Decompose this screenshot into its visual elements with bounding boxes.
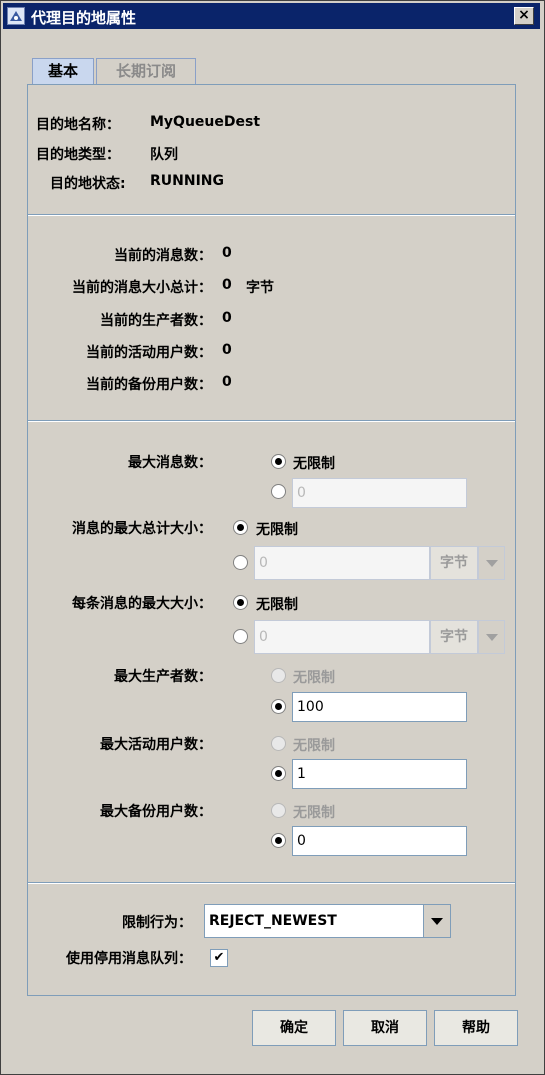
ok-button[interactable]: 确定 <box>252 1010 336 1046</box>
max-active-consumers-value-radio[interactable] <box>271 766 286 781</box>
close-button[interactable]: × <box>514 7 534 25</box>
max-producers-unlimited-label: 无限制 <box>293 670 335 686</box>
max-message-size-unit-dropdown[interactable] <box>478 620 505 654</box>
max-message-size-label: 每条消息的最大大小： <box>72 596 212 612</box>
type-label: 目的地类型： <box>36 147 120 163</box>
max-message-size-value-radio[interactable] <box>233 629 248 644</box>
max-active-consumers-unlimited-radio[interactable] <box>271 736 286 751</box>
backup-consumers-value: 0 <box>222 374 232 390</box>
max-producers-unlimited-radio[interactable] <box>271 668 286 683</box>
name-label: 目的地名称： <box>36 117 120 133</box>
tab-basic[interactable]: 基本 <box>32 58 94 84</box>
msg-count-value: 0 <box>222 245 232 261</box>
msg-size-value: 0 <box>222 277 232 293</box>
separator <box>28 882 515 884</box>
app-icon <box>7 7 25 25</box>
max-message-size-input[interactable]: 0 <box>254 620 430 654</box>
backup-consumers-label: 当前的备份用户数： <box>86 377 212 393</box>
separator <box>28 420 515 422</box>
chevron-down-icon <box>431 918 443 925</box>
max-total-size-unit-dropdown[interactable] <box>478 546 505 580</box>
max-backup-consumers-value-radio[interactable] <box>271 833 286 848</box>
max-total-size-value-radio[interactable] <box>233 555 248 570</box>
chevron-down-icon <box>486 634 498 641</box>
limit-behavior-label: 限制行为： <box>122 915 192 931</box>
max-message-size-unlimited-radio[interactable] <box>233 595 248 610</box>
max-total-size-label: 消息的最大总计大小： <box>72 521 212 537</box>
name-value: MyQueueDest <box>150 114 261 130</box>
help-button[interactable]: 帮助 <box>434 1010 518 1046</box>
tab-panel <box>27 84 516 996</box>
producers-value: 0 <box>222 310 232 326</box>
max-backup-consumers-input[interactable]: 0 <box>292 826 467 856</box>
active-consumers-label: 当前的活动用户数： <box>86 345 212 361</box>
max-total-size-unlimited-label: 无限制 <box>256 522 298 538</box>
max-active-consumers-input[interactable]: 1 <box>292 759 467 789</box>
window-title: 代理目的地属性 <box>31 9 137 27</box>
max-message-size-unit-select[interactable]: 字节 <box>430 620 478 654</box>
max-messages-value-radio[interactable] <box>271 484 286 499</box>
limit-behavior-dropdown[interactable] <box>424 904 451 938</box>
type-value: 队列 <box>150 147 178 163</box>
max-producers-value-radio[interactable] <box>271 699 286 714</box>
chevron-down-icon <box>486 560 498 567</box>
max-messages-unlimited-label: 无限制 <box>293 456 335 472</box>
state-value: RUNNING <box>150 173 224 189</box>
cancel-button[interactable]: 取消 <box>343 1010 427 1046</box>
dmq-label: 使用停用消息队列： <box>66 951 192 967</box>
max-active-consumers-label: 最大活动用户数： <box>100 737 212 753</box>
dmq-checkbox[interactable]: ✔ <box>210 949 228 967</box>
state-label: 目的地状态: <box>50 176 126 192</box>
msg-count-label: 当前的消息数： <box>114 248 212 264</box>
tab-durable-subscriptions[interactable]: 长期订阅 <box>96 58 196 84</box>
active-consumers-value: 0 <box>222 342 232 358</box>
title-bar[interactable]: 代理目的地属性 × <box>3 3 540 29</box>
max-total-size-unlimited-radio[interactable] <box>233 520 248 535</box>
max-producers-input[interactable]: 100 <box>292 692 467 722</box>
max-active-consumers-unlimited-label: 无限制 <box>293 738 335 754</box>
msg-size-unit: 字节 <box>246 280 274 296</box>
max-producers-label: 最大生产者数： <box>114 669 212 685</box>
max-backup-consumers-unlimited-radio[interactable] <box>271 803 286 818</box>
max-total-size-unit-select[interactable]: 字节 <box>430 546 478 580</box>
max-backup-consumers-unlimited-label: 无限制 <box>293 805 335 821</box>
max-backup-consumers-label: 最大备份用户数： <box>100 804 212 820</box>
max-total-size-input[interactable]: 0 <box>254 546 430 580</box>
msg-size-label: 当前的消息大小总计： <box>72 280 212 296</box>
max-message-size-unlimited-label: 无限制 <box>256 597 298 613</box>
max-messages-unlimited-radio[interactable] <box>271 454 286 469</box>
separator <box>28 214 515 216</box>
limit-behavior-select[interactable]: REJECT_NEWEST <box>204 904 424 938</box>
max-messages-label: 最大消息数： <box>128 455 212 471</box>
producers-label: 当前的生产者数： <box>100 313 212 329</box>
max-messages-input[interactable]: 0 <box>292 478 467 508</box>
